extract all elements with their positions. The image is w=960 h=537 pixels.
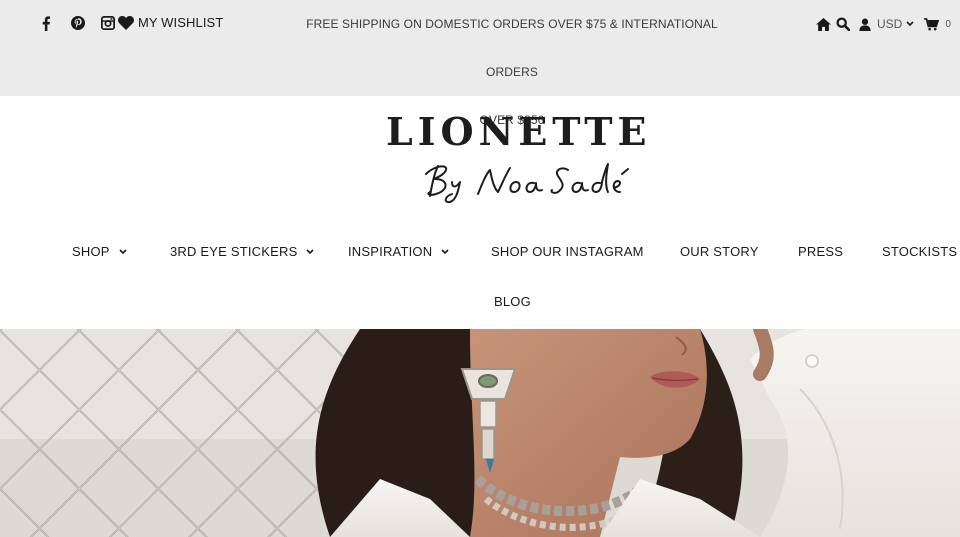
cart-count: 0 [945,18,951,30]
wishlist-label: MY WISHLIST [138,15,224,30]
nav-label: BLOG [494,294,531,309]
nav-item-shop[interactable]: SHOP [72,244,127,259]
nav-item-shop-our-instagram[interactable]: SHOP OUR INSTAGRAM [491,244,644,259]
heart-icon [118,15,134,30]
instagram-icon[interactable] [100,14,116,32]
nav-label: SHOP OUR INSTAGRAM [491,244,644,259]
promo-line-1: FREE SHIPPING ON DOMESTIC ORDERS OVER $7… [306,17,718,79]
nav-label: INSPIRATION [348,244,433,259]
wishlist-link[interactable]: MY WISHLIST [118,15,223,30]
search-icon[interactable] [836,17,850,31]
user-icon[interactable] [859,18,871,31]
nav-label: PRESS [798,244,844,259]
chevron-down-icon [441,248,449,255]
currency-selector[interactable]: USD [877,17,914,31]
chevron-down-icon [306,248,315,255]
pinterest-icon[interactable] [70,14,86,32]
logo-signature [425,163,629,204]
nav-item-press[interactable]: PRESS [798,244,843,259]
top-bar: MY WISHLIST FREE SHIPPING ON DOMESTIC OR… [0,0,960,127]
logo-wordmark: LIONETTE [386,109,652,154]
nav-item-inspiration[interactable]: INSPIRATION [348,244,449,259]
utility-links: USD 0 [816,15,951,33]
hero-banner[interactable] [0,329,960,537]
nav-item-blog[interactable]: BLOG [494,294,531,309]
social-links [38,14,124,32]
nav-item-our-story[interactable]: OUR STORY [680,244,759,259]
currency-value: USD [877,17,903,31]
chevron-down-icon [906,21,914,27]
nav-item-stockists[interactable]: STOCKISTS [882,244,957,259]
facebook-icon[interactable] [38,14,54,32]
nav-item-3rd-eye-stickers[interactable]: 3RD EYE STICKERS [170,244,315,259]
chevron-down-icon [119,248,127,255]
cart-icon[interactable] [924,17,940,31]
main-nav: SHOP 3RD EYE STICKERS INSPIRATION SHOP O… [0,232,960,328]
hero-image [0,329,960,537]
home-icon[interactable] [816,17,831,31]
nav-label: OUR STORY [680,244,759,259]
nav-label: STOCKISTS [882,244,958,259]
nav-label: SHOP [72,244,110,259]
site-logo[interactable]: LIONETTE [386,109,652,204]
nav-label: 3RD EYE STICKERS [170,244,298,259]
